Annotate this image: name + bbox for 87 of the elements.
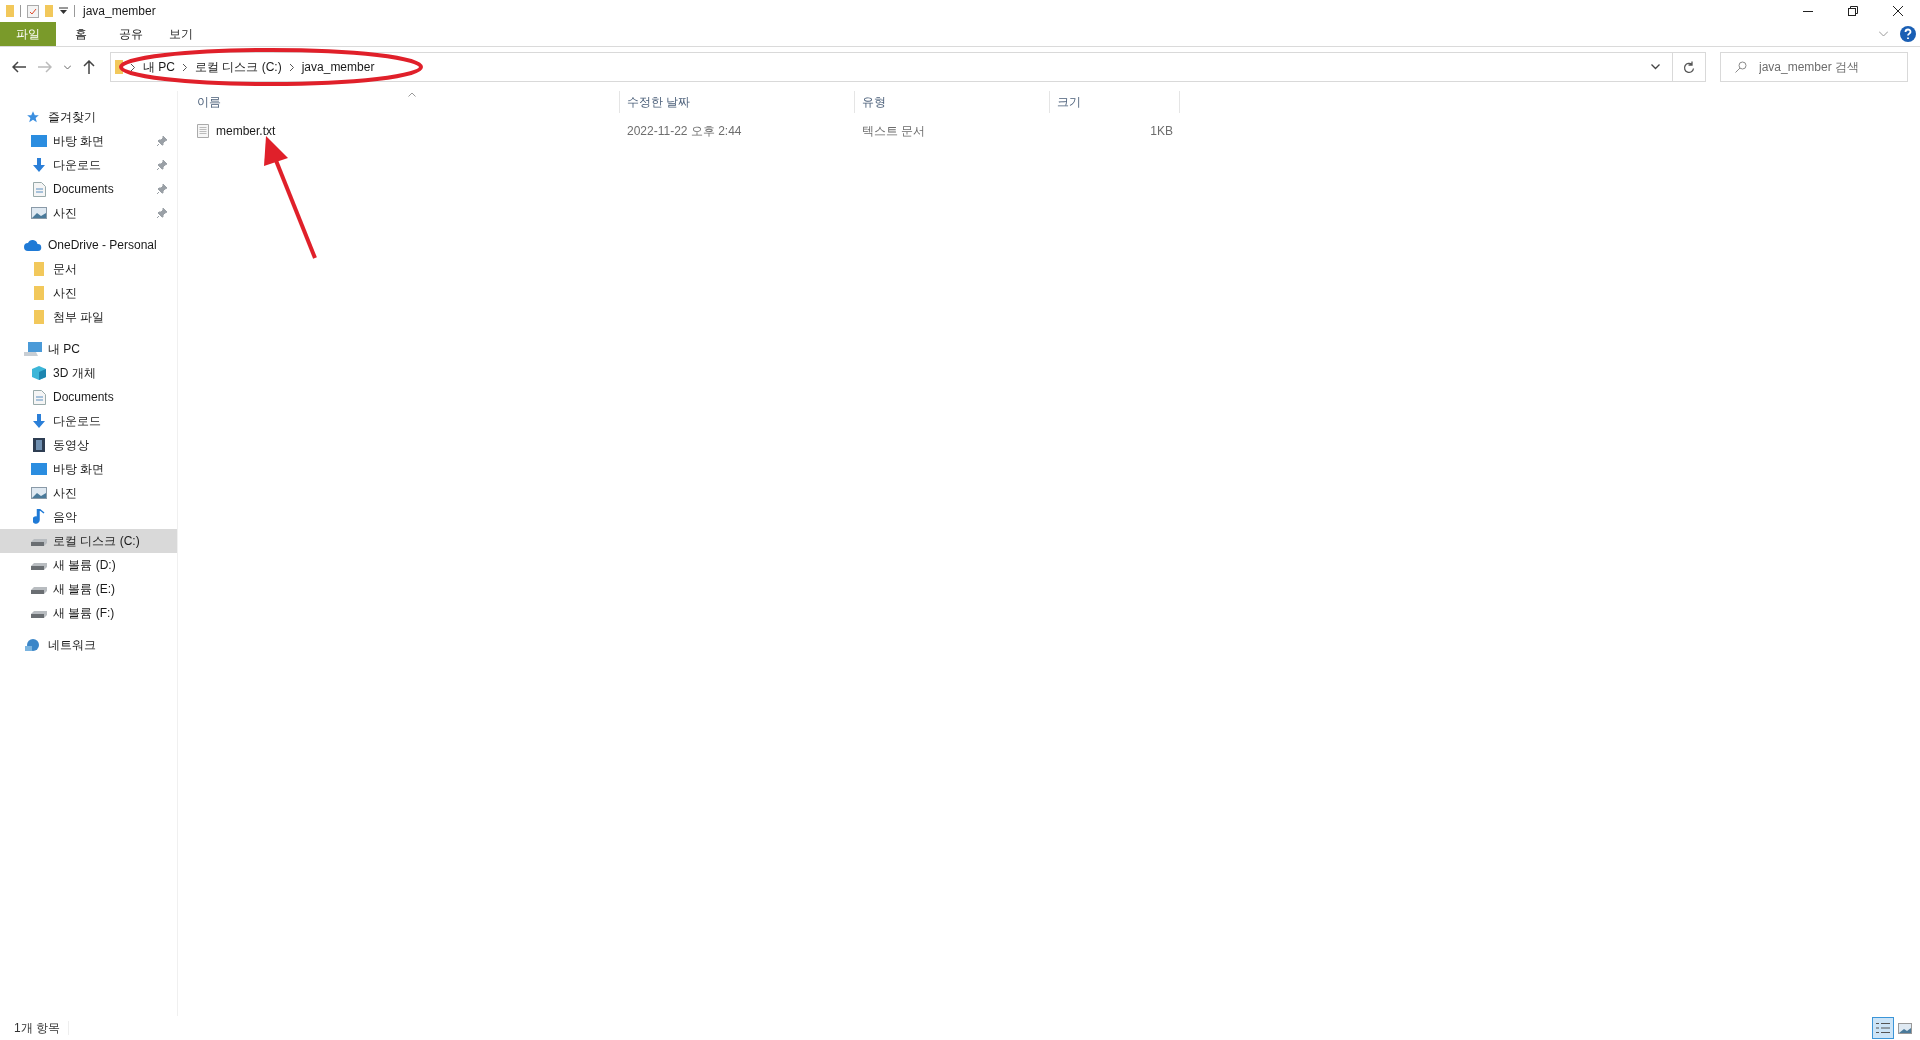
chevron-right-icon[interactable]: [131, 63, 135, 71]
nav-item[interactable]: 문서: [0, 257, 177, 281]
minimize-icon: [1802, 10, 1813, 12]
ribbon-tab[interactable]: 공유: [106, 22, 156, 46]
nav-item[interactable]: 첨부 파일: [0, 305, 177, 329]
column-header[interactable]: 유형: [855, 91, 1050, 113]
customize-dropdown-icon[interactable]: [59, 7, 68, 15]
folder-icon: [34, 310, 44, 324]
search-icon: [1735, 61, 1747, 73]
search-field[interactable]: java_member 검색: [1720, 52, 1908, 82]
nav-item[interactable]: 동영상: [0, 433, 177, 457]
nav-item[interactable]: 로컬 디스크 (C:): [0, 529, 177, 553]
nav-item[interactable]: 새 볼륨 (E:): [0, 577, 177, 601]
refresh-icon[interactable]: [1683, 60, 1695, 74]
details-view-button[interactable]: [1872, 1017, 1894, 1039]
table-cell-text: 2022-11-22 오후 2:44: [626, 123, 743, 140]
drive-icon: [31, 536, 47, 546]
nav-item[interactable]: 네트워크: [0, 633, 177, 657]
nav-item[interactable]: OneDrive - Personal: [0, 233, 177, 257]
cloud-icon: [24, 239, 42, 251]
nav-item[interactable]: 새 볼륨 (D:): [0, 553, 177, 577]
folder-icon: [6, 5, 14, 17]
film-icon: [33, 438, 45, 452]
properties-icon[interactable]: [27, 4, 39, 18]
music-note-icon: [33, 509, 45, 525]
pin-icon[interactable]: [157, 184, 167, 194]
nav-item[interactable]: 즐겨찾기: [0, 105, 177, 129]
download-arrow-icon: [32, 158, 46, 172]
nav-item[interactable]: 다운로드: [0, 409, 177, 433]
nav-item[interactable]: Documents: [0, 177, 177, 201]
monitor-icon: [31, 135, 47, 147]
column-header[interactable]: 이름: [190, 91, 620, 113]
nav-item[interactable]: 사진: [0, 201, 177, 225]
breadcrumb-item[interactable]: 내 PC: [143, 58, 175, 76]
ribbon-tab[interactable]: 홈: [56, 22, 106, 46]
text-file-icon: [197, 124, 209, 138]
folder-icon: [115, 60, 123, 74]
network-icon: [25, 638, 41, 652]
nav-item[interactable]: 음악: [0, 505, 177, 529]
column-header[interactable]: 수정한 날짜: [620, 91, 855, 113]
restore-icon: [1847, 6, 1858, 16]
cube-icon: [32, 366, 46, 380]
nav-item[interactable]: 바탕 화면: [0, 457, 177, 481]
back-arrow-icon[interactable]: [12, 61, 26, 73]
star-icon: [26, 110, 40, 124]
document-icon: [32, 181, 46, 197]
landscape-picture-icon: [31, 207, 47, 219]
chevron-right-icon[interactable]: [289, 63, 294, 71]
item-count: 1개 항목: [13, 1020, 61, 1037]
nav-item[interactable]: 3D 개체: [0, 361, 177, 385]
folder-icon: [34, 262, 44, 276]
landscape-picture-icon: [31, 487, 47, 499]
computer-icon: [24, 342, 42, 356]
nav-item[interactable]: 새 볼륨 (F:): [0, 601, 177, 625]
pin-icon[interactable]: [157, 208, 167, 218]
document-icon: [32, 389, 46, 405]
monitor-icon: [31, 463, 47, 475]
table-cell-text: 텍스트 문서: [861, 123, 927, 140]
nav-item[interactable]: 사진: [0, 481, 177, 505]
nav-item[interactable]: 내 PC: [0, 337, 177, 361]
drive-icon: [31, 584, 47, 594]
table-cell-text: 1KB: [1149, 123, 1174, 140]
file-name[interactable]: member.txt: [216, 122, 276, 140]
nav-item[interactable]: 다운로드: [0, 153, 177, 177]
up-arrow-icon[interactable]: [83, 60, 95, 74]
nav-item[interactable]: 사진: [0, 281, 177, 305]
nav-item[interactable]: Documents: [0, 385, 177, 409]
ribbon-tab[interactable]: 보기: [156, 22, 206, 46]
breadcrumb-item[interactable]: java_member: [301, 58, 375, 76]
nav-item[interactable]: 바탕 화면: [0, 129, 177, 153]
breadcrumb-item[interactable]: 로컬 디스크 (C:): [195, 58, 282, 76]
details-list-icon: [1876, 1022, 1890, 1034]
address-bar[interactable]: 내 PC 로컬 디스크 (C:) java_member: [110, 52, 1706, 82]
column-header[interactable]: 크기: [1050, 91, 1180, 113]
chevron-down-icon[interactable]: [1651, 64, 1660, 70]
drive-icon: [31, 608, 47, 618]
sort-ascending-icon: [408, 92, 416, 97]
folder-icon: [34, 286, 44, 300]
pin-icon[interactable]: [157, 160, 167, 170]
chevron-right-icon[interactable]: [183, 63, 187, 71]
close-icon: [1892, 6, 1903, 16]
help-icon[interactable]: [1900, 26, 1916, 42]
picture-icon: [1898, 1022, 1912, 1034]
pin-icon[interactable]: [157, 136, 167, 146]
download-arrow-icon: [32, 414, 46, 428]
window-title: java_member: [83, 3, 156, 20]
drive-icon: [31, 560, 47, 570]
